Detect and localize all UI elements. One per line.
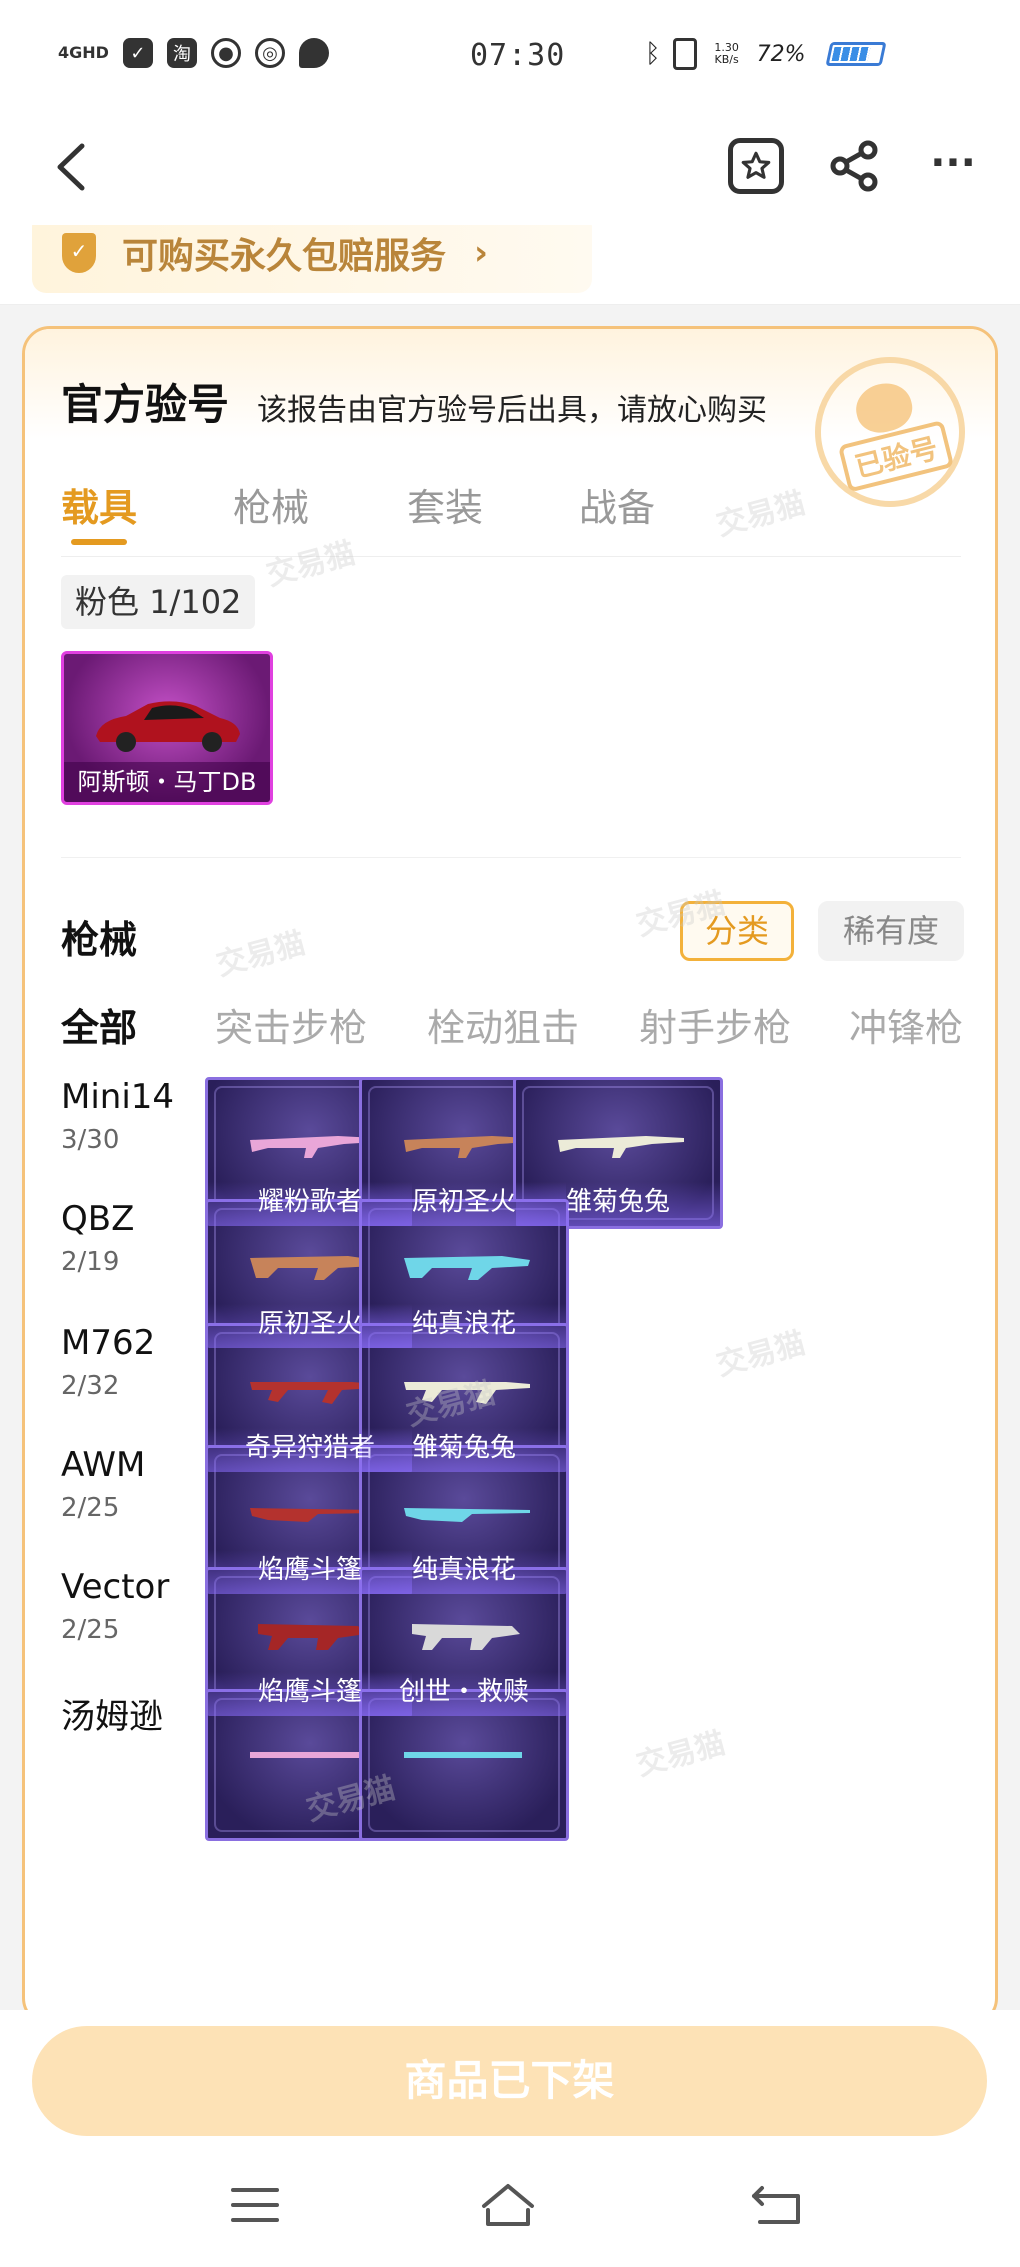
smg-icon bbox=[412, 1624, 520, 1650]
signal-icon: 4GHD bbox=[58, 43, 109, 62]
filter-all[interactable]: 全部 bbox=[61, 997, 137, 1052]
category-tabs: 载具 枪械 套装 战备 bbox=[61, 477, 961, 557]
battery-icon bbox=[824, 42, 887, 66]
star-icon bbox=[741, 151, 771, 179]
back-button[interactable] bbox=[52, 142, 92, 192]
favorite-button[interactable] bbox=[728, 138, 784, 194]
skin-name: 雏菊兔兔 bbox=[516, 1182, 720, 1226]
share-icon bbox=[830, 140, 878, 192]
guarantee-banner[interactable]: ✓ 可购买永久包赔服务 › bbox=[32, 225, 592, 293]
tab-outfits[interactable]: 套装 bbox=[407, 477, 483, 532]
taobao-app-icon: 淘 bbox=[166, 38, 197, 68]
gun-count: 2/25 bbox=[61, 1493, 120, 1523]
more-dots-icon: ··· bbox=[930, 140, 976, 186]
active-tab-indicator bbox=[71, 539, 127, 545]
guarantee-text: 可购买永久包赔服务 bbox=[122, 236, 447, 277]
chevron-left-icon bbox=[57, 143, 85, 191]
bottom-action-bar: 商品已下架 bbox=[0, 2010, 1020, 2140]
gun-name: 汤姆逊 bbox=[61, 1697, 163, 1737]
message-icon bbox=[298, 38, 329, 68]
rifle-icon bbox=[558, 1136, 684, 1158]
gun-name: Mini14 bbox=[61, 1077, 175, 1117]
app-notification-icon: ◎ bbox=[254, 38, 285, 68]
vehicle-rarity-tag: 粉色 1/102 bbox=[61, 575, 256, 629]
network-speed: 1.30 KB/s bbox=[714, 41, 739, 66]
filter-marksman-rifle[interactable]: 射手步枪 bbox=[639, 997, 791, 1052]
gun-count: 2/19 bbox=[61, 1247, 120, 1277]
vibrate-icon bbox=[672, 38, 697, 70]
rifle-icon bbox=[404, 1256, 530, 1280]
watermark: 交易猫 bbox=[212, 925, 309, 983]
gun-name: QBZ bbox=[61, 1199, 135, 1239]
bluetooth-icon: ᛒ bbox=[645, 39, 661, 69]
back-nav-icon[interactable] bbox=[748, 2180, 808, 2230]
product-offline-button[interactable]: 商品已下架 bbox=[32, 2026, 987, 2136]
gun-count: 2/25 bbox=[61, 1615, 120, 1645]
rarity-label: 粉色 bbox=[75, 583, 140, 621]
share-button[interactable] bbox=[826, 138, 882, 194]
more-button[interactable]: ··· bbox=[925, 140, 981, 196]
vehicle-name: 阿斯顿・马丁DB bbox=[64, 762, 270, 802]
weibo-app-icon: ● bbox=[210, 38, 241, 68]
nav-bar: ··· bbox=[0, 110, 1020, 225]
system-nav-bar bbox=[0, 2140, 1020, 2267]
sort-by-rarity-button[interactable]: 稀有度 bbox=[818, 901, 964, 961]
skin-name: 创世・救赎 bbox=[362, 1672, 566, 1716]
skin-name: 纯真浪花 bbox=[362, 1550, 566, 1594]
battery-percent: 72% bbox=[756, 41, 806, 67]
guns-section-title: 枪械 bbox=[61, 918, 138, 962]
vehicle-item[interactable]: 阿斯顿・马丁DB bbox=[61, 651, 273, 805]
filter-bolt-sniper[interactable]: 栓动狙击 bbox=[427, 997, 579, 1052]
skin-name: 雏菊兔兔 bbox=[362, 1428, 566, 1472]
gun-count: 2/32 bbox=[61, 1371, 120, 1401]
guarantee-strip: ✓ 可购买永久包赔服务 › bbox=[0, 225, 1020, 305]
car-icon bbox=[96, 701, 240, 752]
smg-icon bbox=[404, 1752, 522, 1758]
gun-name: M762 bbox=[61, 1323, 156, 1363]
report-title: 官方验号 bbox=[61, 380, 230, 429]
skin-item[interactable]: 雏菊兔兔 bbox=[513, 1077, 723, 1229]
status-left-icons: 4GHD ✓ 淘 ● ◎ bbox=[58, 38, 329, 68]
gun-name: Vector bbox=[61, 1567, 170, 1607]
report-subtitle: 该报告由官方验号后出具，请放心购买 bbox=[257, 393, 767, 428]
verification-report-card: 官方验号 该报告由官方验号后出具，请放心购买 已验号 载具 枪械 套装 战备 粉… bbox=[22, 326, 998, 2026]
menu-icon[interactable] bbox=[225, 2180, 285, 2230]
tab-gear[interactable]: 战备 bbox=[579, 477, 655, 532]
shield-check-icon: ✓ bbox=[62, 233, 96, 273]
chevron-right-icon: › bbox=[474, 233, 489, 273]
gun-count: 3/30 bbox=[61, 1125, 120, 1155]
tab-vehicles[interactable]: 载具 bbox=[61, 477, 137, 532]
rarity-count: 1/102 bbox=[149, 583, 242, 621]
tab-guns[interactable]: 枪械 bbox=[233, 477, 309, 532]
gun-name: AWM bbox=[61, 1445, 146, 1485]
filter-smg[interactable]: 冲锋枪 bbox=[849, 997, 963, 1052]
shield-app-icon: ✓ bbox=[122, 38, 153, 68]
clock: 07:30 bbox=[470, 38, 566, 73]
gun-type-filters: 全部 突击步枪 栓动狙击 射手步枪 冲锋枪 bbox=[61, 997, 981, 1057]
status-bar: 4GHD ✓ 淘 ● ◎ 07:30 ᛒ 1.30 KB/s 72% bbox=[0, 0, 1020, 110]
home-icon[interactable] bbox=[478, 2180, 538, 2230]
section-divider bbox=[61, 857, 961, 858]
sniper-icon bbox=[404, 1508, 530, 1522]
filter-assault-rifle[interactable]: 突击步枪 bbox=[215, 997, 367, 1052]
skin-name: 纯真浪花 bbox=[362, 1304, 566, 1348]
